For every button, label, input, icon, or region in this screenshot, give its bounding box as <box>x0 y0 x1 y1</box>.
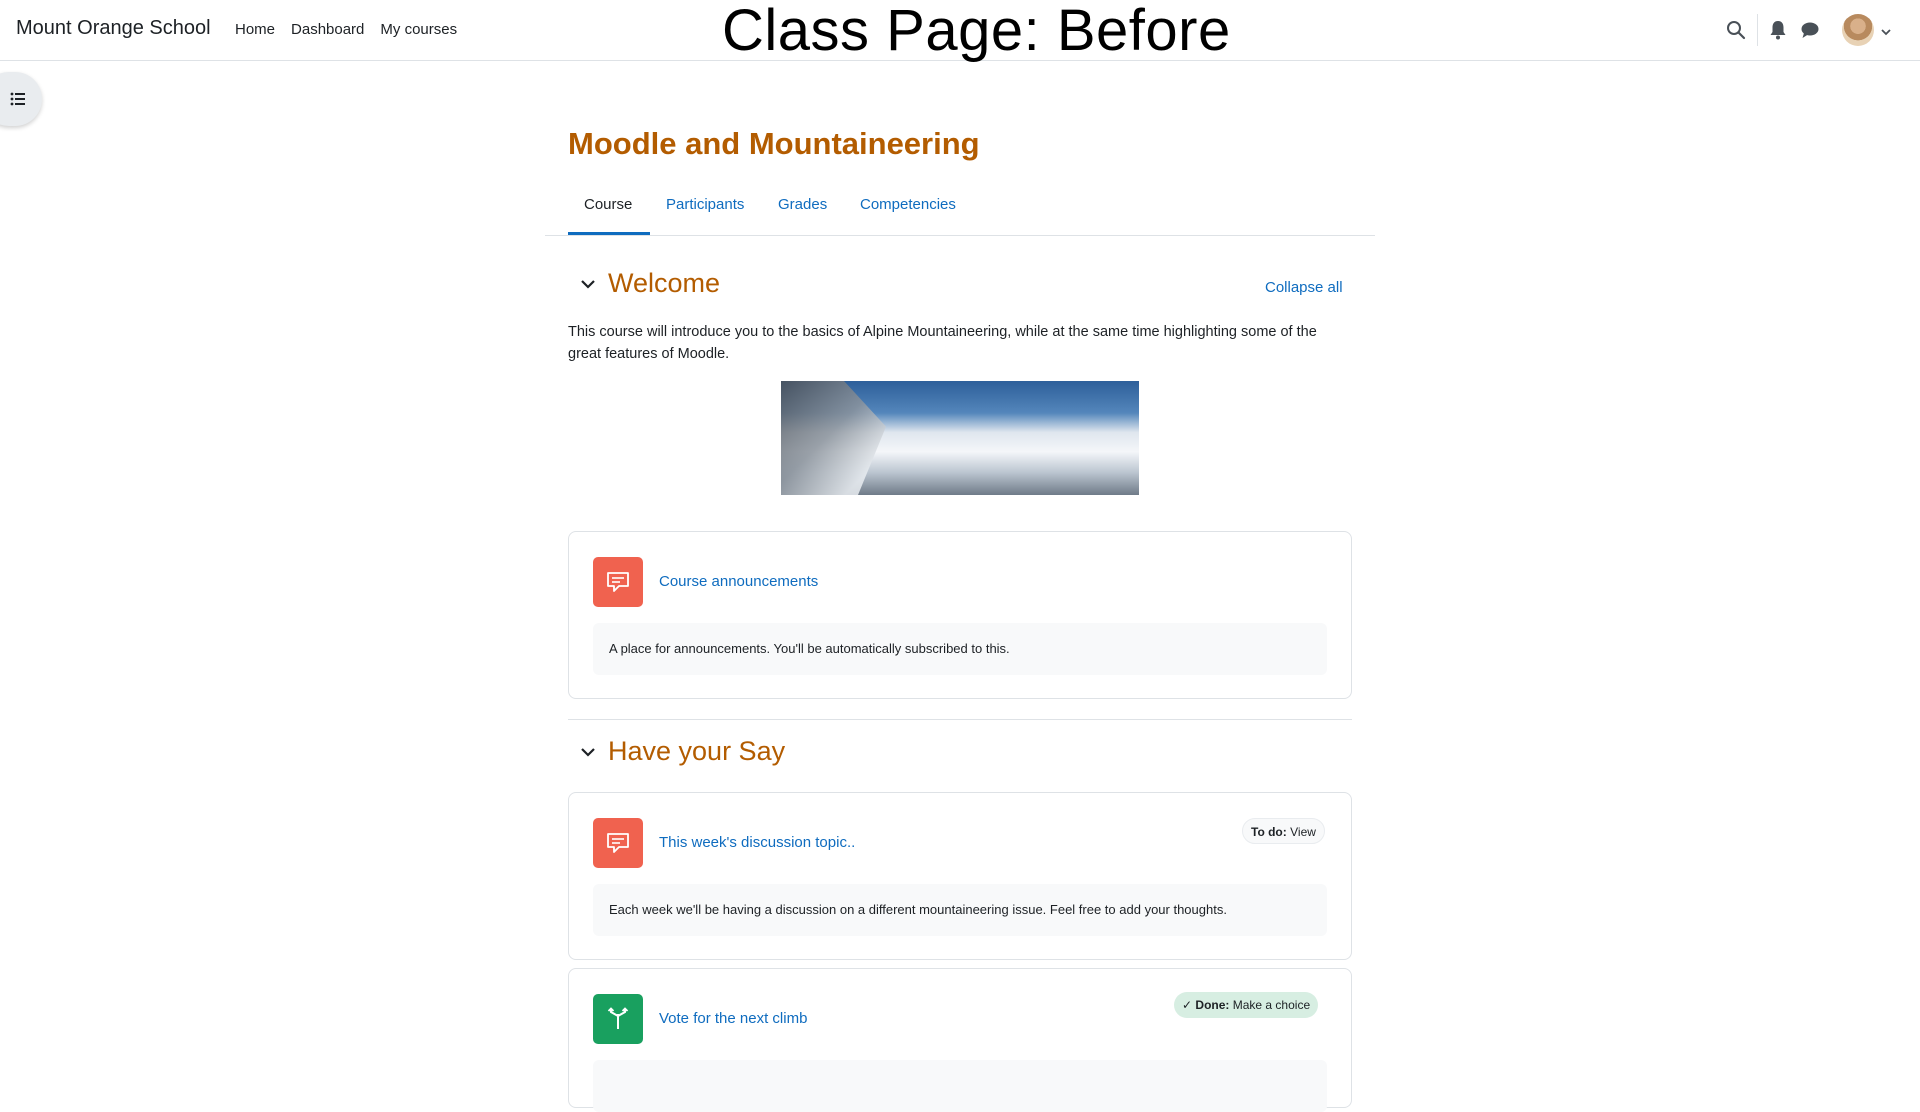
nav-home[interactable]: Home <box>235 21 275 38</box>
tab-participants[interactable]: Participants <box>666 196 744 213</box>
overlay-caption: Class Page: Before <box>722 0 1231 63</box>
chevron-down-icon[interactable] <box>580 746 596 764</box>
activity-card: This week's discussion topic.. To do: Vi… <box>568 792 1352 960</box>
collapse-all-link[interactable]: Collapse all <box>1265 279 1343 296</box>
activity-card: Vote for the next climb ✓ Done: Make a c… <box>568 968 1352 1112</box>
activity-description <box>593 1060 1327 1112</box>
tab-grades[interactable]: Grades <box>778 196 827 213</box>
section-title[interactable]: Have your Say <box>608 736 785 767</box>
course-title: Moodle and Mountaineering <box>568 126 980 161</box>
activity-description: Each week we'll be having a discussion o… <box>593 884 1327 936</box>
mountain-rock-shading <box>781 381 886 495</box>
tab-course[interactable]: Course <box>584 196 632 213</box>
course-index-toggle[interactable] <box>0 72 42 126</box>
activity-card: Course announcements A place for announc… <box>568 531 1352 699</box>
completion-badge[interactable]: To do: View <box>1242 818 1325 844</box>
top-navbar: Mount Orange School Home Dashboard My co… <box>0 0 1920 63</box>
activity-link[interactable]: Vote for the next climb <box>659 1010 807 1027</box>
forum-icon[interactable] <box>593 818 643 868</box>
section-title[interactable]: Welcome <box>608 268 720 299</box>
active-tab-indicator <box>568 232 650 235</box>
tab-competencies[interactable]: Competencies <box>860 196 956 213</box>
activity-link[interactable]: This week's discussion topic.. <box>659 834 855 851</box>
section-divider <box>568 719 1352 720</box>
primary-nav: Home Dashboard My courses <box>235 21 457 38</box>
section-summary: This course will introduce you to the ba… <box>568 324 1317 362</box>
section-header-have-your-say: Have your Say <box>568 736 968 776</box>
section-header-welcome: Welcome <box>568 268 968 308</box>
nav-dashboard[interactable]: Dashboard <box>291 21 364 38</box>
list-icon <box>10 92 25 106</box>
check-icon: ✓ <box>1182 998 1193 1012</box>
badge-status: To do: <box>1251 825 1287 839</box>
chevron-down-icon[interactable] <box>580 278 596 296</box>
badge-label: Make a choice <box>1232 998 1311 1012</box>
badge-status: Done: <box>1195 998 1230 1012</box>
badge-label: View <box>1290 825 1316 839</box>
activity-link[interactable]: Course announcements <box>659 573 818 590</box>
course-tabs: Course Participants Grades Competencies <box>545 190 1375 236</box>
activity-description: A place for announcements. You'll be aut… <box>593 623 1327 675</box>
search-icon[interactable] <box>1726 20 1746 40</box>
chevron-down-icon[interactable] <box>1880 24 1892 42</box>
nav-my-courses[interactable]: My courses <box>380 21 457 38</box>
bell-icon[interactable] <box>1769 20 1789 40</box>
nav-divider <box>1757 14 1758 46</box>
site-brand[interactable]: Mount Orange School <box>16 17 211 40</box>
chat-icon[interactable] <box>1800 20 1820 40</box>
completion-badge[interactable]: ✓ Done: Make a choice <box>1174 992 1319 1018</box>
user-avatar[interactable] <box>1842 14 1874 46</box>
forum-icon[interactable] <box>593 557 643 607</box>
mountain-image <box>781 381 1139 495</box>
choice-icon[interactable] <box>593 994 643 1044</box>
